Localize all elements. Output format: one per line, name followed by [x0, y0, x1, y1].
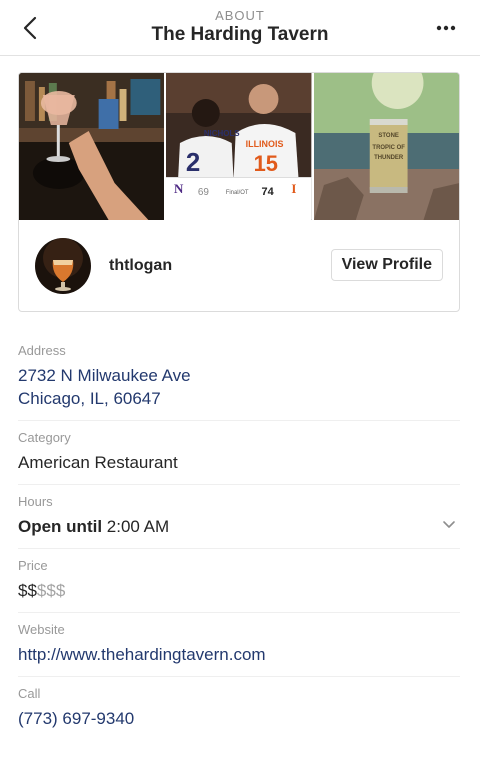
price-row: Price $$$$$ — [18, 549, 460, 613]
profile-card: NICHOLS 2 ILLINOIS 15 N 69 Final/OT 74 I — [18, 72, 460, 312]
website-link[interactable]: http://www.thehardingtavern.com — [18, 643, 460, 666]
phone-link[interactable]: (773) 697-9340 — [18, 707, 460, 730]
website-row: Website http://www.thehardingtavern.com — [18, 613, 460, 677]
price-value: $$$$$ — [18, 579, 460, 602]
can-label-line1: STONE — [378, 133, 398, 139]
score-right-team: I — [292, 181, 297, 196]
photo-strip: NICHOLS 2 ILLINOIS 15 N 69 Final/OT 74 I — [19, 73, 459, 220]
can-label-line3: THUNDER — [374, 155, 404, 161]
hours-value: Open until 2:00 AM — [18, 515, 460, 538]
can-label-line2: TROPIC OF — [372, 145, 405, 151]
beer-can-photo-image: STONE TROPIC OF THUNDER — [313, 73, 459, 220]
address-line2[interactable]: Chicago, IL, 60647 — [18, 387, 460, 410]
score-left-team: N — [174, 181, 184, 196]
score-left: 69 — [198, 187, 210, 198]
jersey-right-number: 15 — [254, 151, 278, 176]
address-label: Address — [18, 343, 66, 358]
username-link[interactable]: thtlogan — [109, 257, 172, 275]
header-eyebrow: ABOUT — [215, 8, 265, 23]
avatar-image — [35, 238, 91, 294]
hours-label: Hours — [18, 494, 53, 509]
jersey-left-name: NICHOLS — [204, 129, 240, 138]
top-bar: ABOUT The Harding Tavern — [0, 0, 480, 56]
chevron-down-icon[interactable] — [440, 515, 458, 533]
view-profile-button[interactable]: View Profile — [330, 249, 443, 281]
ellipsis-icon — [436, 25, 456, 31]
address-line1[interactable]: 2732 N Milwaukee Ave — [18, 364, 460, 387]
call-row: Call (773) 697-9340 — [18, 677, 460, 740]
basketball-photo-image: NICHOLS 2 ILLINOIS 15 N 69 Final/OT 74 I — [166, 73, 312, 220]
category-row: Category American Restaurant — [18, 421, 460, 485]
jersey-left-number: 2 — [186, 149, 200, 177]
more-options-button[interactable] — [428, 14, 464, 42]
call-label: Call — [18, 686, 41, 701]
page-title: The Harding Tavern — [151, 24, 329, 45]
photo-thumbnail-drink[interactable] — [19, 73, 165, 220]
score-status: Final/OT — [226, 190, 249, 196]
hours-status: Open until — [18, 517, 103, 536]
avatar[interactable] — [35, 238, 91, 294]
category-value: American Restaurant — [18, 453, 178, 472]
drink-photo-image — [19, 73, 165, 220]
hours-row[interactable]: Hours Open until 2:00 AM — [18, 485, 460, 549]
jersey-right-team: ILLINOIS — [246, 139, 284, 149]
photo-thumbnail-beer-can[interactable]: STONE TROPIC OF THUNDER — [311, 73, 459, 220]
hours-time: 2:00 AM — [106, 517, 170, 536]
profile-row: thtlogan View Profile — [19, 220, 459, 311]
price-label: Price — [18, 558, 48, 573]
price-inactive: $$$ — [36, 581, 66, 600]
category-label: Category — [18, 430, 71, 445]
score-right: 74 — [262, 186, 275, 198]
website-label: Website — [18, 622, 65, 637]
address-row: Address 2732 N Milwaukee Ave Chicago, IL… — [18, 334, 460, 421]
info-list: Address 2732 N Milwaukee Ave Chicago, IL… — [18, 334, 460, 740]
price-active: $$ — [18, 581, 37, 600]
photo-thumbnail-basketball[interactable]: NICHOLS 2 ILLINOIS 15 N 69 Final/OT 74 I — [164, 73, 312, 220]
